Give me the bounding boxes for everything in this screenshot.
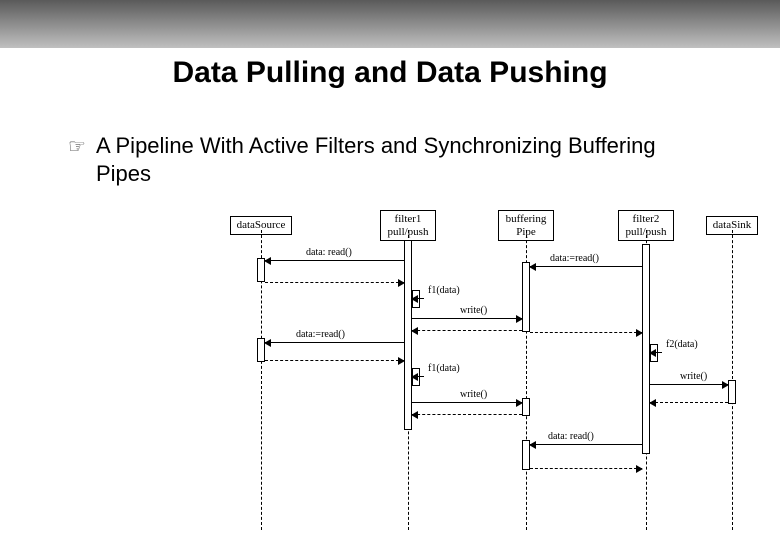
activation-filter1 bbox=[404, 240, 412, 430]
activation-pipe-write-2 bbox=[522, 398, 530, 416]
msg-f1-1: f1(data) bbox=[428, 286, 460, 296]
bullet-item: ☞ A Pipeline With Active Filters and Syn… bbox=[68, 132, 780, 188]
msg-read-1: data: read() bbox=[306, 248, 352, 258]
return-read-2 bbox=[265, 360, 404, 361]
return-write-1 bbox=[412, 330, 522, 331]
arrow-f1-2 bbox=[412, 376, 424, 377]
sequence-diagram: dataSource filter1 pull/push buffering P… bbox=[230, 210, 760, 530]
arrow-write-1 bbox=[412, 318, 522, 319]
arrow-read-2 bbox=[265, 342, 404, 343]
msg-pipe-read: data:=read() bbox=[550, 254, 599, 264]
msg-read-2: data:=read() bbox=[296, 330, 345, 340]
msg-pipe-read-2: data: read() bbox=[548, 432, 594, 442]
return-write-2 bbox=[412, 414, 522, 415]
msg-write-sink: write() bbox=[680, 372, 707, 382]
page-title: Data Pulling and Data Pushing bbox=[0, 56, 780, 90]
arrow-pipe-read bbox=[530, 266, 642, 267]
arrow-f2 bbox=[650, 352, 662, 353]
participant-label-l1: filter2 bbox=[633, 213, 660, 225]
msg-f1-2: f1(data) bbox=[428, 364, 460, 374]
msg-write-1: write() bbox=[460, 306, 487, 316]
participant-label-l1: buffering bbox=[506, 213, 547, 225]
msg-f2: f2(data) bbox=[666, 340, 698, 350]
top-gradient-bar bbox=[0, 0, 780, 48]
activation-pipe-read bbox=[522, 262, 530, 332]
arrow-pipe-read-2 bbox=[530, 444, 642, 445]
return-pipe-read bbox=[530, 332, 642, 333]
arrow-f1-1 bbox=[412, 298, 424, 299]
arrow-read-1 bbox=[265, 260, 404, 261]
arrow-write-sink bbox=[650, 384, 728, 385]
msg-write-2: write() bbox=[460, 390, 487, 400]
bullet-text: A Pipeline With Active Filters and Synch… bbox=[96, 132, 716, 188]
arrow-write-2 bbox=[412, 402, 522, 403]
return-pipe-read-2 bbox=[530, 468, 642, 469]
activation-dataSink bbox=[728, 380, 736, 404]
pointing-hand-icon: ☞ bbox=[68, 134, 86, 159]
participant-label-l1: filter1 bbox=[395, 213, 422, 225]
return-read-1 bbox=[265, 282, 404, 283]
return-write-sink bbox=[650, 402, 728, 403]
